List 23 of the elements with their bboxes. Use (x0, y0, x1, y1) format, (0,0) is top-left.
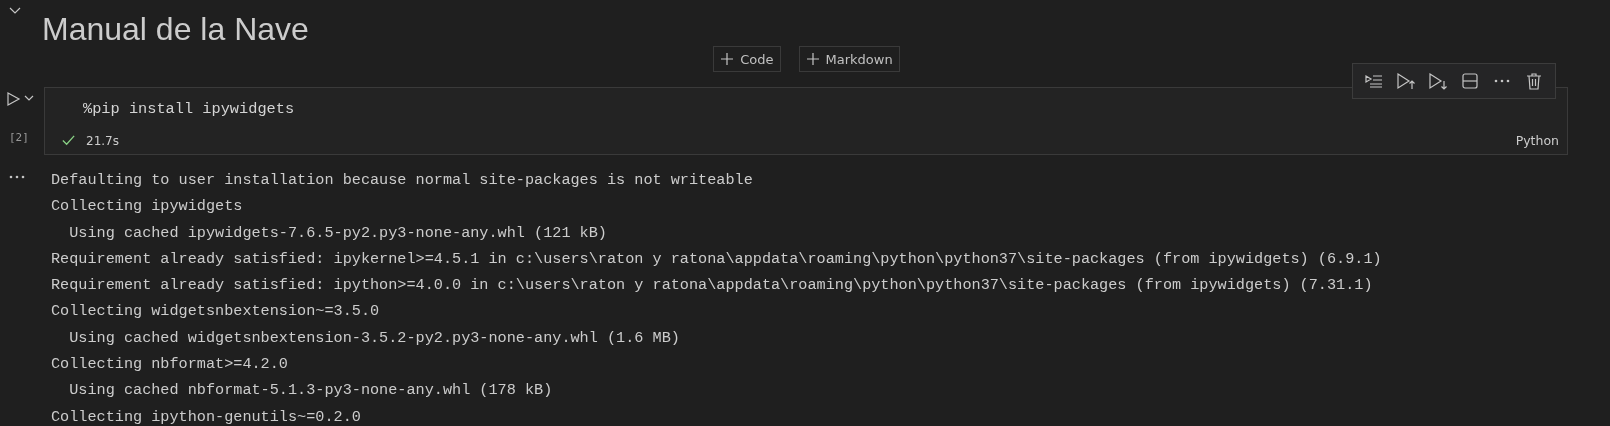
output-line: Collecting nbformat>=4.2.0 (51, 354, 289, 376)
output-line: Collecting ipython-genutils~=0.2.0 (51, 406, 362, 426)
plus-icon (720, 52, 735, 66)
output-line: Using cached nbformat-5.1.3-py3-none-any.whl (178 kB) (68, 380, 554, 402)
run-icon[interactable] (5, 91, 21, 107)
code-cell[interactable]: %pip install ipywidgets 21.7s Python (44, 87, 1568, 155)
add-cell-button[interactable]: Code (713, 46, 781, 72)
output-line: Collecting ipywidgets (51, 196, 244, 218)
more-icon[interactable] (9, 175, 25, 179)
output-line: Requirement already satisfied: ipykernel>=4.5.1 in c:\users\raton y ratona\appdata\roaming\python\python37\site-packages (from ipywidgets) (6.9.1) (51, 248, 1382, 270)
execution-count: [2] (9, 131, 29, 144)
notebook-heading: Manual de la Nave (42, 10, 309, 48)
chevron-icon[interactable] (24, 93, 34, 103)
output-line: Collecting widgetsnbextension~=3.5.0 (51, 301, 381, 323)
add-cell-button[interactable]: Markdown (798, 46, 900, 72)
output-line: Using cached widgetsnbextension-3.5.2-py2.py3-none-any.whl (1.6 MB) (68, 327, 681, 349)
execution-time: 21.7s (86, 133, 119, 148)
code-line: %pip install ipywidgets (83, 100, 295, 118)
output-line: Using cached ipywidgets-7.6.5-py2.py3-none-any.whl (121 kB) (68, 222, 608, 244)
output-line: Requirement already satisfied: ipython>=4.0.0 in c:\users\raton y ratona\appdata\roaming\python\python37\site-packages (from ipywidgets) (7.31.1) (51, 275, 1374, 297)
plus-icon (805, 52, 820, 66)
language-label[interactable]: Python (1515, 133, 1559, 148)
output-line: Defaulting to user installation because normal site-packages is not writeable (51, 170, 754, 191)
